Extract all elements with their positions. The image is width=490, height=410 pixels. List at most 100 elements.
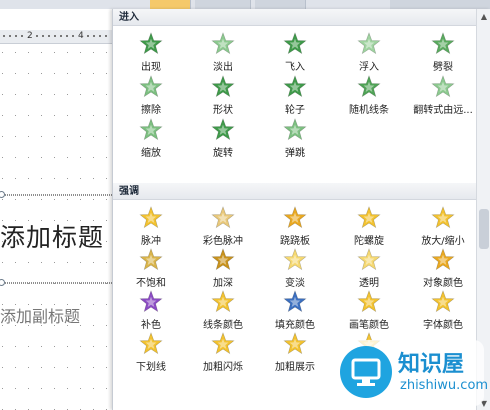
effect-option[interactable]: 飞入 [257,30,333,72]
effect-option[interactable]: 加粗闪烁 [185,330,261,372]
effect-label: 弹跳 [285,147,305,158]
effect-option[interactable]: 轮子 [257,73,333,115]
effect-label: 加深 [213,277,233,288]
effect-option[interactable]: 劈裂 [405,30,481,72]
effect-label: 旋转 [213,147,233,158]
star-entrance-float-in-icon [357,32,381,55]
star-entrance-bounce-icon [283,118,307,141]
effect-label: 形状 [213,104,233,115]
scroll-up-icon[interactable]: ▲ [477,9,490,23]
effect-label: 跷跷板 [280,235,310,246]
effect-label: 飞入 [285,61,305,72]
star-emphasis-line-color-icon [211,290,235,313]
effect-option[interactable]: 浮入 [331,30,407,72]
star-emphasis-transparency-icon [357,248,381,271]
effect-option[interactable]: 透明 [331,246,407,288]
star-emphasis-bold-flash-icon [211,332,235,355]
effect-option[interactable]: 脉冲 [113,204,189,246]
ribbon-tab-highlight [150,0,191,9]
ribbon-segment [195,0,251,9]
effect-label: 加粗闪烁 [203,361,243,372]
star-emphasis-complementary-color-icon [139,290,163,313]
title-placeholder[interactable]: 添加标题 [0,218,104,254]
effect-label: 脉冲 [141,235,161,246]
star-emphasis-grow-shrink-icon [431,206,455,229]
effect-label: 翻转式由远... [413,104,473,115]
effect-label: 字体颜色 [423,319,463,330]
star-entrance-random-bars-icon [357,75,381,98]
effect-option[interactable]: 变淡 [257,246,333,288]
star-entrance-zoom-icon [139,118,163,141]
scroll-thumb[interactable] [479,209,489,249]
effect-label: 补色 [141,319,161,330]
watermark-subtitle: zhishiwu.com [400,378,489,393]
effect-option[interactable]: 字体颜色 [405,288,481,330]
effect-option[interactable]: 加深 [185,246,261,288]
effect-option[interactable]: 彩色脉冲 [185,204,261,246]
effect-label: 线条颜色 [203,319,243,330]
effect-option[interactable]: 弹跳 [257,116,333,158]
effect-label: 放大/缩小 [421,235,465,246]
effect-option[interactable]: 画笔颜色 [331,288,407,330]
effect-label: 填充颜色 [275,319,315,330]
effect-option[interactable]: 补色 [113,288,189,330]
star-emphasis-object-color-icon [431,248,455,271]
effect-option[interactable]: 填充颜色 [257,288,333,330]
star-emphasis-darken-icon [211,248,235,271]
ribbon-edge [0,0,490,9]
effect-option[interactable]: 陀螺旋 [331,204,407,246]
effect-option[interactable]: 加粗展示 [257,330,333,372]
effect-label: 劈裂 [433,61,453,72]
effect-option[interactable]: 放大/缩小 [405,204,481,246]
title-placeholder-border [0,194,114,196]
effect-label: 随机线条 [349,104,389,115]
effect-label: 彩色脉冲 [203,235,243,246]
section-header: 进入 [113,9,490,26]
effect-option[interactable]: 下划线 [113,330,189,372]
ribbon-segment [390,0,490,9]
effect-label: 透明 [359,277,379,288]
effect-label: 加粗展示 [275,361,315,372]
ribbon-segment [255,0,306,9]
effect-label: 下划线 [136,361,166,372]
star-entrance-fly-in-icon [283,32,307,55]
ruler-number: 4 [78,31,84,41]
effect-option[interactable]: 擦除 [113,73,189,115]
star-emphasis-color-pulse-icon [211,206,235,229]
effect-option[interactable]: 线条颜色 [185,288,261,330]
effect-option[interactable]: 随机线条 [331,73,407,115]
effect-option[interactable]: 旋转 [185,116,261,158]
star-emphasis-teeter-icon [283,206,307,229]
title-placeholder-border [0,282,114,284]
effect-option[interactable]: 不饱和 [113,246,189,288]
star-emphasis-desaturate-icon [139,248,163,271]
star-entrance-shape-icon [211,75,235,98]
ruler-number: 2 [27,31,33,41]
effect-label: 轮子 [285,104,305,115]
star-entrance-swivel-icon [211,118,235,141]
effect-option[interactable]: 形状 [185,73,261,115]
section-header: 强调 [113,183,490,200]
effect-label: 出现 [141,61,161,72]
effect-label: 浮入 [359,61,379,72]
star-emphasis-font-color-icon [431,290,455,313]
effect-label: 擦除 [141,104,161,115]
effect-option[interactable]: 淡出 [185,30,261,72]
star-entrance-split-icon [431,32,455,55]
star-emphasis-pulse-icon [139,206,163,229]
effect-label: 对象颜色 [423,277,463,288]
monitor-logo-icon [340,346,392,398]
star-emphasis-lighten-icon [283,248,307,271]
horizontal-ruler: 2 4 [0,30,112,44]
effect-option[interactable]: 出现 [113,30,189,72]
effect-option[interactable]: 缩放 [113,116,189,158]
effect-option[interactable]: 对象颜色 [405,246,481,288]
star-entrance-wipe-icon [139,75,163,98]
effect-option[interactable]: 翻转式由远... [405,73,481,115]
effect-label: 画笔颜色 [349,319,389,330]
star-entrance-appear-icon [139,32,163,55]
effect-option[interactable]: 跷跷板 [257,204,333,246]
effect-label: 陀螺旋 [354,235,384,246]
subtitle-placeholder[interactable]: 添加副标题 [0,303,80,327]
star-emphasis-spin-icon [357,206,381,229]
